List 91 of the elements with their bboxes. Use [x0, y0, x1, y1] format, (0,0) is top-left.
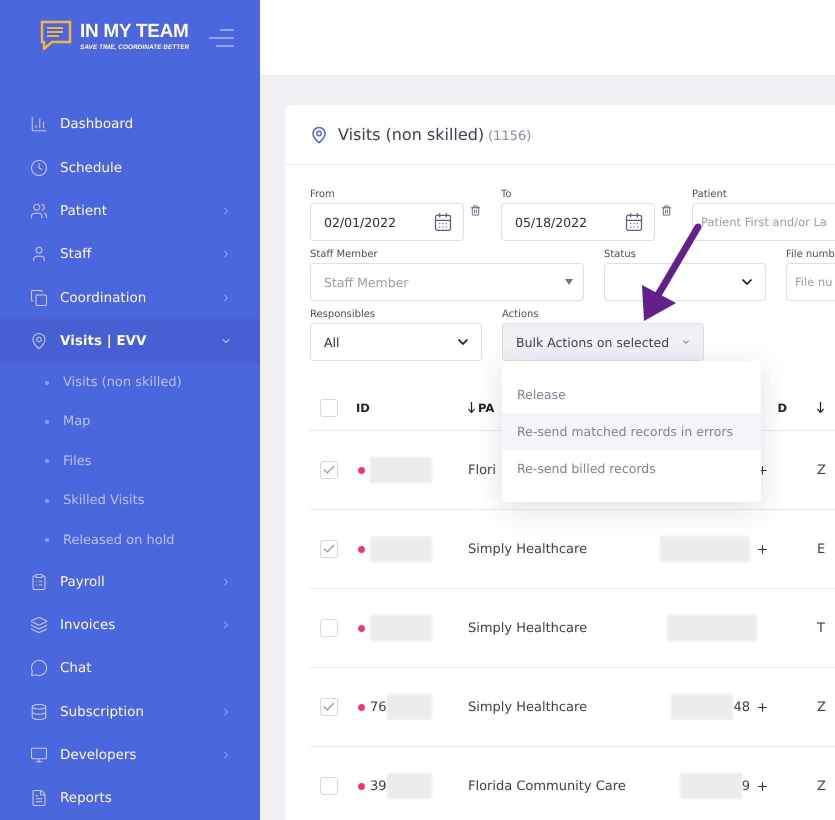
- trash-icon[interactable]: [661, 205, 672, 216]
- table-cell-text: Z: [817, 700, 827, 714]
- nav-item[interactable]: Schedule: [0, 146, 260, 190]
- brand-name: IN MY TEAM: [80, 20, 190, 44]
- caret-icon: [565, 279, 573, 285]
- status-dot: [358, 704, 365, 710]
- nav-item[interactable]: Staff: [0, 232, 260, 276]
- bulk-actions-button[interactable]: Bulk Actions on selected: [502, 323, 704, 361]
- table-cell-text: Z: [817, 778, 827, 794]
- nav-item[interactable]: Chat: [0, 646, 260, 690]
- calendar-icon: [624, 212, 644, 232]
- select-field[interactable]: [604, 263, 766, 301]
- status-dot: [358, 466, 365, 474]
- select-field[interactable]: All: [310, 323, 482, 361]
- nav-icon: [30, 202, 48, 220]
- nav-item[interactable]: Coordination: [0, 276, 260, 320]
- nav-icon: [30, 158, 48, 177]
- status-dot: [358, 782, 365, 790]
- nav-icon: [30, 288, 48, 307]
- nav-item[interactable]: Payroll: [0, 560, 260, 604]
- text-field[interactable]: Patient First and/or La: [692, 203, 835, 241]
- nav-item[interactable]: Developers: [0, 733, 260, 777]
- field-label: Staff Member: [310, 249, 379, 260]
- table-cell: 39: [370, 778, 387, 794]
- sort-arrow-icon[interactable]: [817, 402, 824, 413]
- nav-subitem[interactable]: Released on hold: [0, 520, 260, 560]
- nav-icon: [30, 746, 48, 764]
- nav-icon: [30, 245, 48, 264]
- table-cell: 48: [733, 700, 750, 714]
- text-field[interactable]: File nu: [786, 263, 835, 301]
- map-pin-icon: [310, 126, 328, 144]
- table-cell: Simply Healthcare: [468, 620, 588, 636]
- table-cell-text: T: [817, 620, 826, 636]
- field-label: From: [310, 189, 336, 200]
- field-label: Patient: [692, 189, 728, 200]
- table-cell-text: E: [817, 542, 826, 556]
- column-header[interactable]: PA: [478, 400, 494, 414]
- plus-icon[interactable]: [756, 542, 769, 556]
- nav-subitem[interactable]: Visits (non skilled): [0, 362, 260, 402]
- field-label: Responsibles: [310, 309, 376, 320]
- menu-item[interactable]: Release: [502, 376, 761, 413]
- table-cell-text: Z: [817, 462, 827, 478]
- field-label: File numb: [786, 249, 835, 260]
- nav-item[interactable]: Visits | EVV: [0, 319, 260, 363]
- nav-subitem[interactable]: Files: [0, 442, 260, 482]
- calendar-icon: [433, 212, 453, 232]
- nav-item[interactable]: Reports: [0, 776, 260, 820]
- chat-bubble-logo-icon: [40, 20, 72, 50]
- nav-icon: [30, 616, 48, 634]
- nav-icon: [30, 572, 48, 591]
- column-header[interactable]: D: [777, 400, 787, 414]
- status-dot: [358, 546, 365, 552]
- table-cell: 9: [742, 778, 750, 794]
- nav-icon: [30, 115, 48, 134]
- checkbox[interactable]: [320, 540, 338, 558]
- nav-subitem[interactable]: Map: [0, 402, 260, 442]
- date-field[interactable]: 05/18/2022: [501, 203, 655, 241]
- menu-item[interactable]: Re-send billed records: [502, 450, 761, 487]
- field-label: To: [501, 189, 513, 200]
- menu-item[interactable]: Re-send matched records in errors: [502, 413, 761, 450]
- nav-item[interactable]: Patient: [0, 189, 260, 233]
- nav-icon: [30, 702, 48, 721]
- status-dot: [358, 624, 365, 632]
- nav-subitem[interactable]: Skilled Visits: [0, 481, 260, 520]
- date-field[interactable]: 02/01/2022: [310, 203, 464, 241]
- nav-item[interactable]: Dashboard: [0, 102, 260, 146]
- menu-icon[interactable]: [208, 28, 236, 48]
- page-title: Visits (non skilled) (1156): [338, 125, 532, 144]
- plus-icon[interactable]: [756, 700, 769, 714]
- checkbox[interactable]: [320, 698, 338, 716]
- checkbox[interactable]: [320, 398, 338, 416]
- table-cell: Simply Healthcare: [468, 700, 588, 714]
- checkbox[interactable]: [320, 619, 338, 637]
- table-cell: 76: [370, 700, 387, 714]
- nav-icon: [30, 789, 48, 808]
- nav-item[interactable]: Subscription: [0, 690, 260, 734]
- sort-arrow-icon[interactable]: [468, 402, 475, 413]
- checkbox[interactable]: [320, 777, 338, 795]
- trash-icon[interactable]: [470, 205, 481, 216]
- table-cell: Florida Community Care: [468, 778, 626, 794]
- plus-icon[interactable]: [756, 780, 769, 792]
- column-header[interactable]: ID: [356, 400, 370, 414]
- table-cell: Flori: [468, 462, 496, 478]
- nav-icon: [30, 659, 48, 678]
- nav-icon: [30, 332, 48, 350]
- checkbox[interactable]: [320, 461, 338, 479]
- nav-item[interactable]: Invoices: [0, 603, 260, 647]
- field-label: Status: [604, 249, 637, 260]
- table-cell: Simply Healthcare: [468, 542, 588, 556]
- staff-select[interactable]: Staff Member: [310, 263, 584, 301]
- field-label: Actions: [502, 309, 540, 320]
